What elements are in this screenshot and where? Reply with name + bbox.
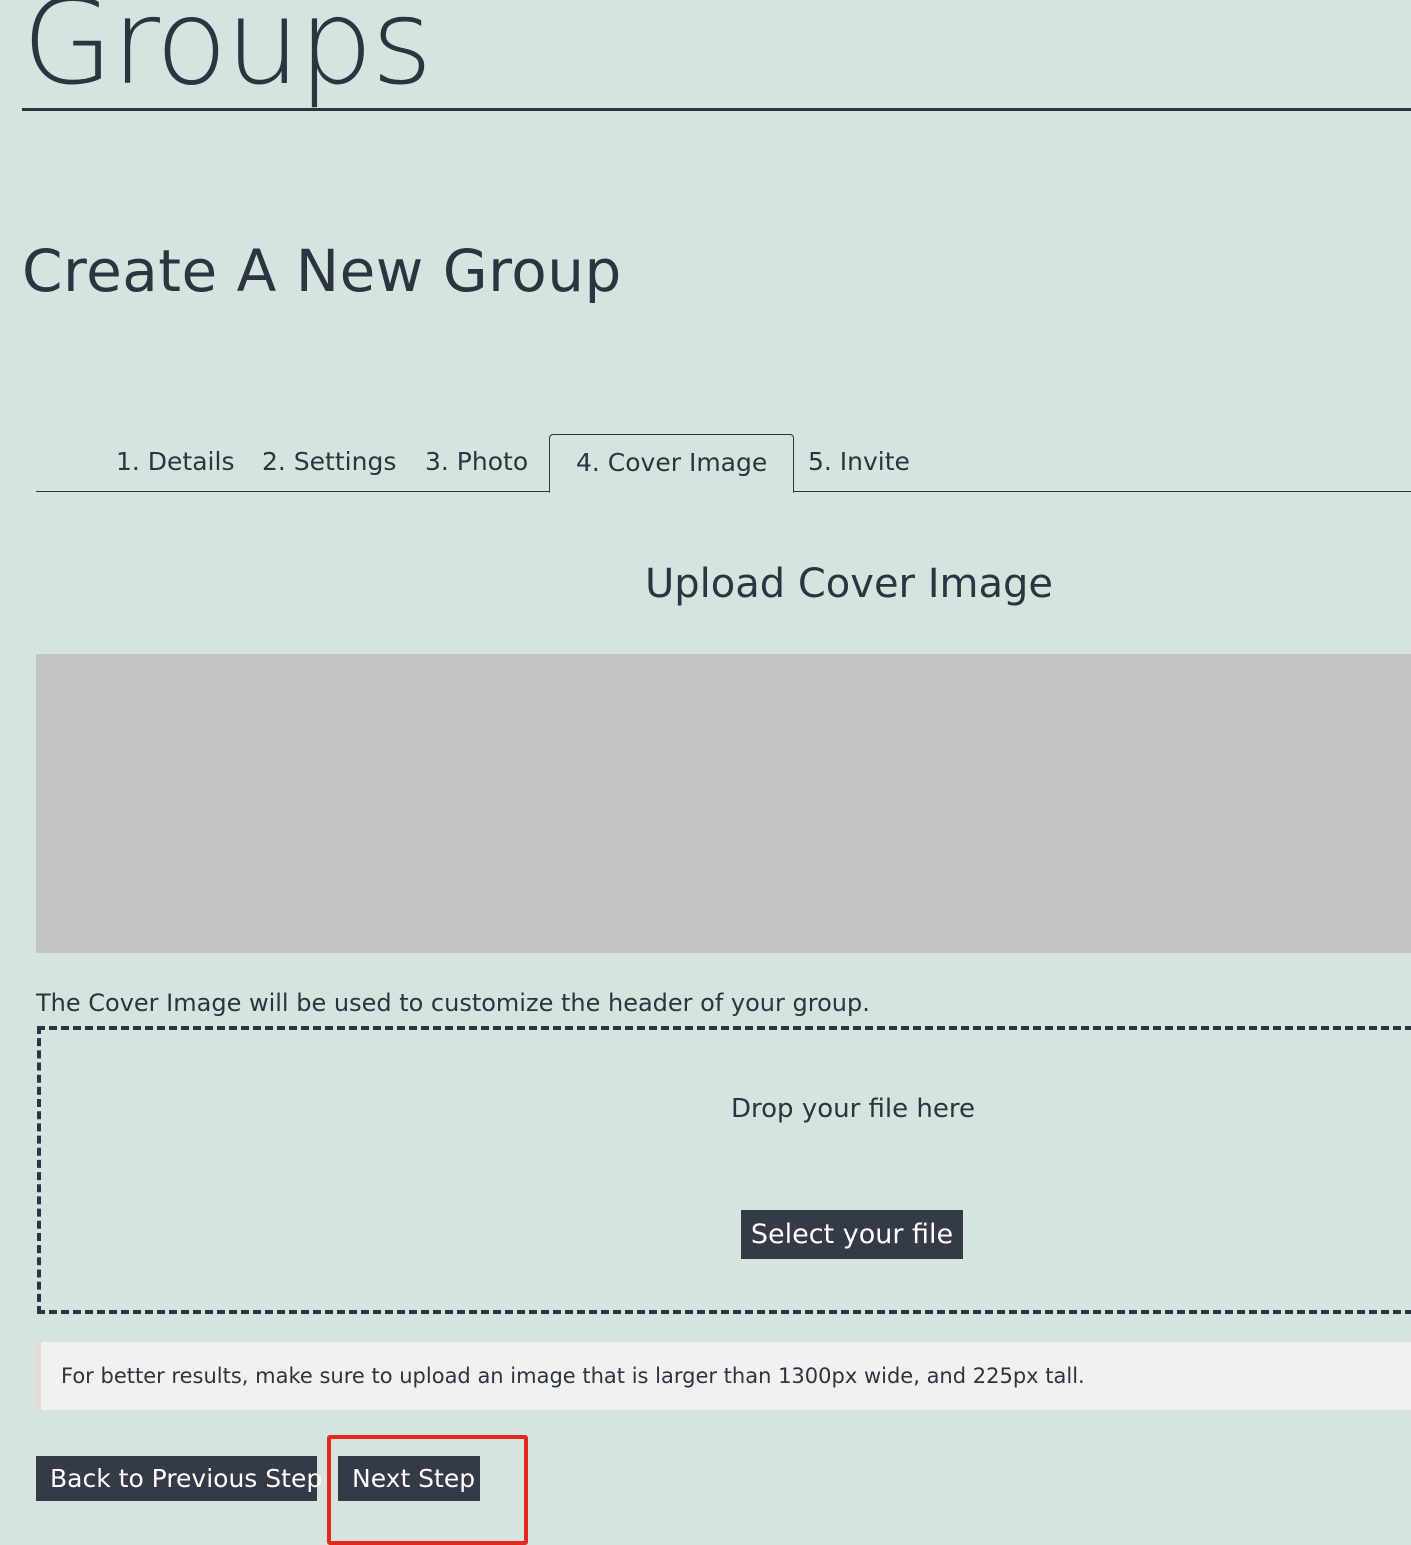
back-to-previous-step-button[interactable]: Back to Previous Step: [36, 1456, 322, 1501]
tab-details[interactable]: 1. Details: [116, 434, 234, 492]
tab-settings[interactable]: 2. Settings: [262, 434, 396, 492]
upload-size-notice: For better results, make sure to upload …: [36, 1342, 1411, 1410]
tab-photo[interactable]: 3. Photo: [425, 434, 528, 492]
upload-cover-heading: Upload Cover Image: [645, 561, 1053, 607]
select-file-button[interactable]: Select your file: [741, 1210, 963, 1259]
cover-image-help: The Cover Image will be used to customiz…: [36, 989, 870, 1017]
site-title: Groups: [22, 0, 433, 111]
group-creation-steps: 1. Details 2. Settings 3. Photo 4. Cover…: [36, 434, 1411, 493]
page-title: Create A New Group: [22, 237, 622, 305]
tab-invite[interactable]: 5. Invite: [808, 434, 910, 492]
drop-file-text: Drop your file here: [731, 1094, 975, 1124]
cover-image-preview: [36, 654, 1411, 953]
next-step-button[interactable]: Next Step: [338, 1456, 480, 1501]
title-divider: [22, 108, 1411, 111]
tab-cover-image[interactable]: 4. Cover Image: [549, 434, 795, 493]
file-dropzone[interactable]: Drop your file here Select your file: [37, 1026, 1411, 1314]
